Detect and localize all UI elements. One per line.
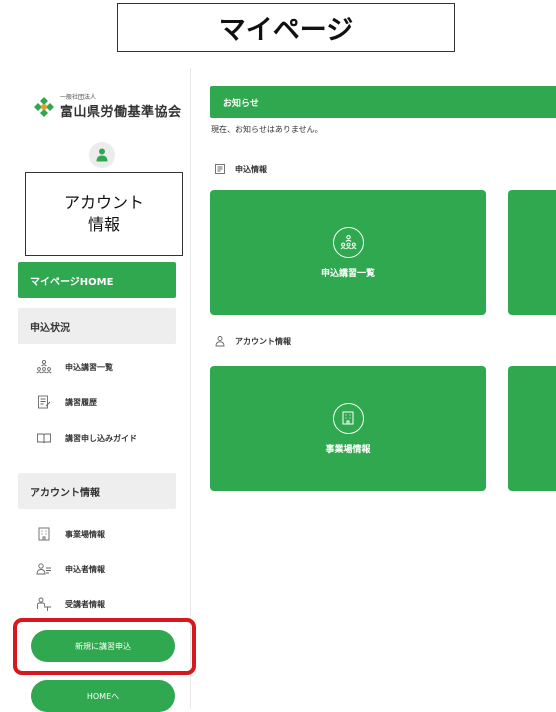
building-icon (36, 526, 52, 542)
book-icon (36, 430, 52, 446)
building-icon (332, 402, 364, 434)
page-title-box: マイページ (117, 3, 455, 52)
sidebar-item-application-guide[interactable]: 講習申し込みガイド (36, 430, 137, 446)
sidebar-section-application: 申込状況 (18, 308, 176, 344)
notice-header: お知らせ (210, 86, 556, 118)
section-label: 申込情報 (235, 164, 267, 174)
group-icon (36, 359, 52, 375)
section-application-heading: 申込情報 (214, 163, 267, 175)
sidebar-section-label: 申込状況 (30, 322, 70, 334)
sidebar-item-attendee-info[interactable]: 受講者情報 (36, 596, 105, 612)
sidebar-item-label: 申込講習一覧 (65, 362, 113, 372)
sidebar-item-workplace-info[interactable]: 事業場情報 (36, 526, 105, 542)
home-button-label: HOMEへ (86, 691, 120, 701)
card-label: 申込講習一覧 (320, 268, 375, 279)
account-annotation-line2: 情報 (87, 215, 120, 234)
history-doc-icon (36, 394, 52, 410)
applicant-icon (36, 561, 52, 577)
card-applied-courses[interactable]: 申込講習一覧 (210, 190, 486, 315)
sidebar-item-applicant-info[interactable]: 申込者情報 (36, 561, 105, 577)
sidebar-item-label: 講習申し込みガイド (65, 433, 137, 443)
sidebar-item-course-history[interactable]: 講習履歴 (36, 394, 97, 410)
page-title: マイページ (218, 15, 354, 46)
sidebar-item-label: マイページHOME (30, 276, 114, 288)
sidebar-section-account: アカウント情報 (18, 473, 176, 509)
new-course-application-button[interactable]: 新規に講習申込 (31, 630, 175, 662)
card-partial[interactable] (508, 190, 556, 315)
home-button[interactable]: HOMEへ (31, 680, 175, 712)
notice-title: お知らせ (223, 98, 259, 109)
card-label: 事業場情報 (325, 444, 371, 455)
form-icon (214, 163, 226, 175)
section-label: アカウント情報 (235, 336, 291, 346)
account-annotation-line1: アカウント (63, 193, 144, 212)
new-course-application-label: 新規に講習申込 (75, 641, 131, 651)
logo-subtitle: 一般社団法人 (60, 94, 97, 101)
section-account-heading: アカウント情報 (214, 335, 291, 347)
card-workplace-info[interactable]: 事業場情報 (210, 366, 486, 491)
account-info-annotation: アカウント 情報 (25, 172, 183, 256)
notice-message: 現在、お知らせはありません。 (211, 125, 323, 134)
sidebar-item-label: 講習履歴 (65, 397, 97, 407)
user-icon (96, 148, 108, 162)
attendee-icon (36, 596, 52, 612)
logo-name: 富山県労働基準協会 (60, 105, 182, 120)
card-partial[interactable] (508, 366, 556, 491)
sidebar-item-mypage-home[interactable]: マイページHOME (18, 262, 176, 298)
logo-mark-icon (34, 97, 54, 117)
sidebar-section-label: アカウント情報 (30, 487, 100, 499)
user-outline-icon (214, 335, 226, 347)
sidebar-item-applied-courses[interactable]: 申込講習一覧 (36, 359, 113, 375)
group-icon (332, 226, 364, 258)
avatar (89, 142, 115, 168)
sidebar-item-label: 受講者情報 (65, 599, 105, 609)
sidebar-item-label: 事業場情報 (65, 529, 105, 539)
logo[interactable]: 一般社団法人 富山県労働基準協会 (32, 94, 182, 120)
sidebar-item-label: 申込者情報 (65, 564, 105, 574)
